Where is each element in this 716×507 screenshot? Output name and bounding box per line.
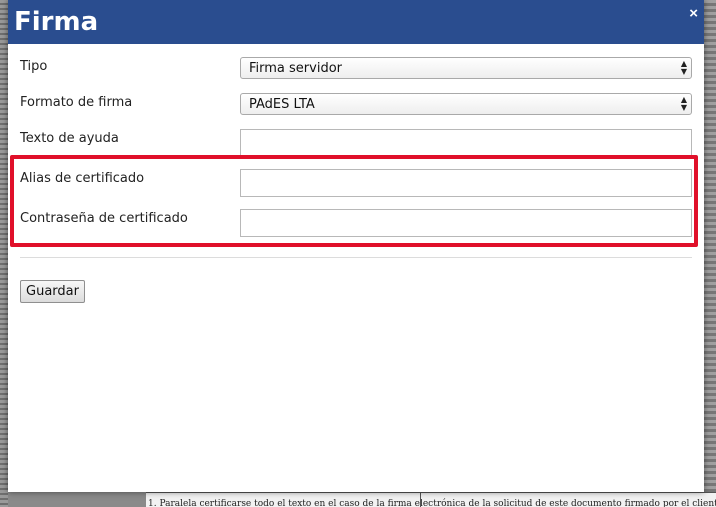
select-arrows-icon: ▲ ▼ xyxy=(680,59,687,76)
dialog-header: Firma × xyxy=(8,0,704,44)
row-tipo: Tipo Firma servidor ▲ ▼ xyxy=(20,57,692,83)
select-arrows-icon: ▲ ▼ xyxy=(680,95,687,112)
background-right-strip xyxy=(704,0,716,507)
formato-select[interactable]: PAdES LTA ▲ ▼ xyxy=(240,93,692,115)
background-left-strip xyxy=(0,0,8,507)
close-icon[interactable]: × xyxy=(689,6,698,21)
form-divider xyxy=(20,257,692,258)
dialog-title: Firma xyxy=(14,7,99,37)
ayuda-input[interactable] xyxy=(240,129,692,157)
tipo-label: Tipo xyxy=(20,59,48,74)
tipo-select-value: Firma servidor xyxy=(249,61,342,76)
signature-dialog: Firma × Tipo Firma servidor ▲ ▼ Formato d… xyxy=(8,0,704,492)
formato-select-value: PAdES LTA xyxy=(249,97,315,112)
row-ayuda: Texto de ayuda xyxy=(20,129,692,157)
save-button[interactable]: Guardar xyxy=(20,280,85,303)
row-formato: Formato de firma PAdES LTA ▲ ▼ xyxy=(20,93,692,119)
background-divider xyxy=(420,492,421,507)
tipo-select[interactable]: Firma servidor ▲ ▼ xyxy=(240,57,692,79)
formato-label: Formato de firma xyxy=(20,95,133,110)
highlight-frame xyxy=(10,155,698,247)
ayuda-label: Texto de ayuda xyxy=(20,131,119,146)
background-footer-text: 1. Paralela certificarse todo el texto e… xyxy=(146,492,716,507)
